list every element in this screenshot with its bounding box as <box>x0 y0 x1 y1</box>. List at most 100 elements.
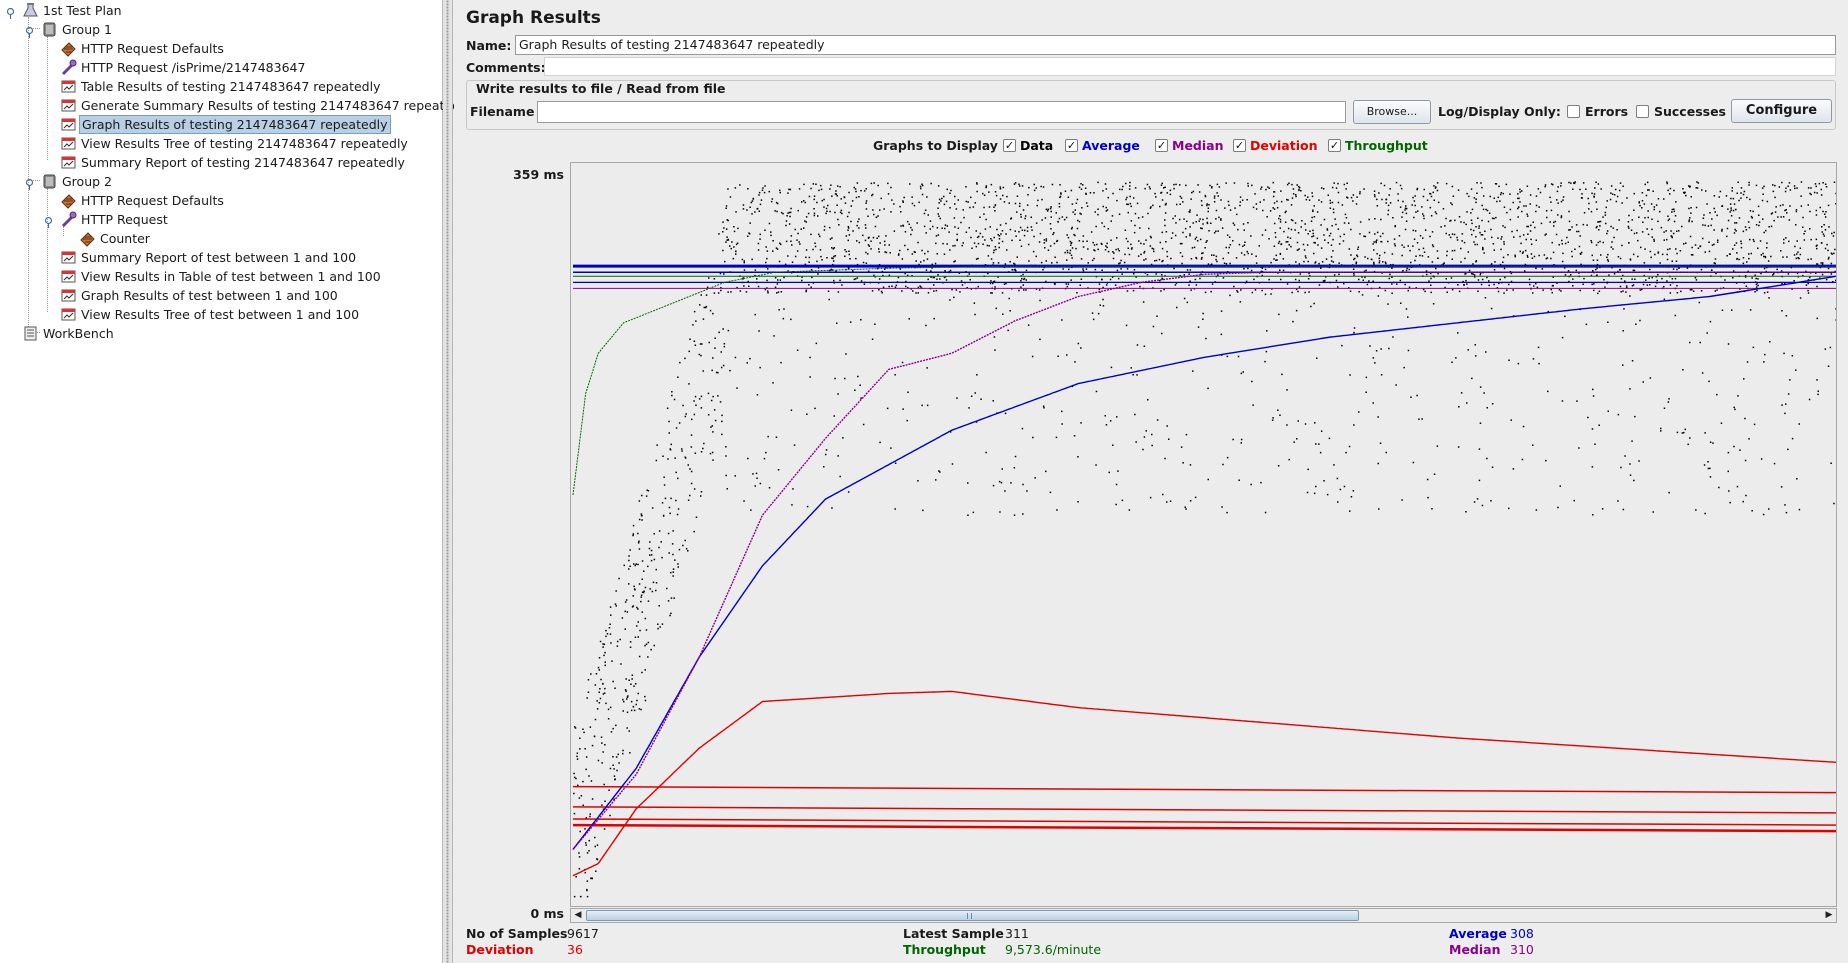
tree-item[interactable]: View Results Tree of test between 1 and … <box>0 305 443 324</box>
tree-item-label: Graph Results of test between 1 and 100 <box>81 288 338 303</box>
tree-item-label: View Results in Table of test between 1 … <box>81 269 381 284</box>
deviation-value: 36 <box>567 942 583 957</box>
graph-canvas <box>570 162 1837 907</box>
tree-item[interactable]: Counter <box>0 229 443 248</box>
listener-icon <box>60 268 77 285</box>
listener-icon <box>60 135 77 152</box>
tree-item-label: Summary Report of test between 1 and 100 <box>81 250 357 265</box>
file-group-title: Write results to file / Read from file <box>474 81 728 96</box>
tree-item-label: HTTP Request <box>81 212 168 227</box>
tree-item[interactable]: Generate Summary Results of testing 2147… <box>0 96 471 115</box>
samples-value: 9617 <box>567 926 599 941</box>
tree-item-label: Table Results of testing 2147483647 repe… <box>81 79 381 94</box>
toggle-data-checkbox[interactable]: ✓ <box>1003 139 1016 152</box>
scroll-left-arrow-icon[interactable]: ◀ <box>571 909 585 922</box>
toggle-average-label: Average <box>1082 138 1140 153</box>
successes-checkbox[interactable] <box>1636 105 1649 118</box>
series-average-line <box>572 275 1836 850</box>
samples-label: No of Samples <box>466 926 568 941</box>
filename-label: Filename <box>470 104 535 119</box>
tree-item[interactable]: WorkBench <box>0 324 443 343</box>
tree-item-label: HTTP Request /isPrime/2147483647 <box>81 60 306 75</box>
tree-item-label: Generate Summary Results of testing 2147… <box>81 98 471 113</box>
tree-item-label: View Results Tree of test between 1 and … <box>81 307 360 322</box>
tree-item[interactable]: Table Results of testing 2147483647 repe… <box>0 77 443 96</box>
listener-icon <box>60 97 77 114</box>
average-label: Average <box>1449 926 1507 941</box>
tree-item[interactable]: View Results in Table of test between 1 … <box>0 267 443 286</box>
graph-horizontal-scrollbar[interactable]: ◀ ▶ <box>570 908 1837 923</box>
browse-button[interactable]: Browse... <box>1353 100 1431 124</box>
tree-item[interactable]: Summary Report of testing 2147483647 rep… <box>0 153 443 172</box>
deviation-reference-line <box>572 785 1836 794</box>
scrollbar-thumb[interactable] <box>586 910 1359 921</box>
scroll-right-arrow-icon[interactable]: ▶ <box>1822 909 1836 922</box>
tree-item[interactable]: HTTP Request Defaults <box>0 39 443 58</box>
tree-item[interactable]: Graph Results of testing 2147483647 repe… <box>0 115 443 134</box>
tree-item-label: Group 2 <box>62 174 112 189</box>
log-display-label: Log/Display Only: <box>1438 104 1561 119</box>
thread-group-icon <box>41 173 58 190</box>
tree-item[interactable]: HTTP Request <box>0 210 443 229</box>
listener-icon <box>60 116 77 133</box>
tree-item[interactable]: HTTP Request Defaults <box>0 191 443 210</box>
listener-icon <box>60 287 77 304</box>
thread-group-icon <box>41 21 58 38</box>
average-value: 308 <box>1510 926 1534 941</box>
toggle-deviation-checkbox[interactable]: ✓ <box>1233 139 1246 152</box>
tree-item-label: Counter <box>100 231 150 246</box>
panel-title: Graph Results <box>466 8 601 28</box>
latest-sample-value: 311 <box>1005 926 1029 941</box>
tree-item[interactable]: Summary Report of test between 1 and 100 <box>0 248 443 267</box>
successes-label: Successes <box>1654 104 1726 119</box>
name-field[interactable]: Graph Results of testing 2147483647 repe… <box>515 35 1836 55</box>
toggle-median-label: Median <box>1172 138 1224 153</box>
tree-item-label: Group 1 <box>62 22 112 37</box>
errors-checkbox[interactable] <box>1567 105 1580 118</box>
toggle-median-checkbox[interactable]: ✓ <box>1155 139 1168 152</box>
toggle-average-checkbox[interactable]: ✓ <box>1065 139 1078 152</box>
errors-label: Errors <box>1585 104 1629 119</box>
tree-item-label: WorkBench <box>43 326 114 341</box>
test-plan-tree[interactable]: 1st Test Plan Group 1 HTTP Request Default… <box>0 0 471 963</box>
tree-item[interactable]: View Results Tree of testing 2147483647 … <box>0 134 443 153</box>
series-throughput-line <box>572 265 1836 496</box>
tree-item-label: Summary Report of testing 2147483647 rep… <box>81 155 405 170</box>
tree-item[interactable]: Graph Results of test between 1 and 100 <box>0 286 443 305</box>
throughput-label: Throughput <box>903 942 986 957</box>
tree-item[interactable]: 1st Test Plan <box>0 1 443 20</box>
config-element-icon <box>60 40 77 57</box>
tree-expander-icon[interactable] <box>25 176 34 190</box>
deviation-reference-line <box>572 823 1836 833</box>
median-label: Median <box>1449 942 1501 957</box>
comments-label: Comments: <box>466 60 546 75</box>
tree-item-label: HTTP Request Defaults <box>81 193 224 208</box>
tree-expander-icon[interactable] <box>6 5 15 19</box>
listener-icon <box>60 154 77 171</box>
tree-item[interactable]: HTTP Request /isPrime/2147483647 <box>0 58 443 77</box>
toggle-throughput-label: Throughput <box>1345 138 1428 153</box>
series-deviation-line <box>572 690 1836 877</box>
panel-splitter[interactable] <box>443 0 453 963</box>
tree-item[interactable]: Group 2 <box>0 172 443 191</box>
tree-item-label: Graph Results of testing 2147483647 repe… <box>79 115 391 134</box>
deviation-reference-line <box>572 806 1836 814</box>
tree-item[interactable]: Group 1 <box>0 20 443 39</box>
test-plan-icon <box>22 2 39 19</box>
deviation-reference-line <box>572 818 1836 826</box>
config-element-icon <box>60 192 77 209</box>
sampler-icon <box>60 211 77 228</box>
tree-item-label: View Results Tree of testing 2147483647 … <box>81 136 408 151</box>
configure-button[interactable]: Configure <box>1731 99 1832 123</box>
tree-expander-icon[interactable] <box>25 24 34 38</box>
tree-item-label: 1st Test Plan <box>43 3 122 18</box>
workbench-icon <box>22 325 39 342</box>
comments-field[interactable] <box>544 57 1836 76</box>
y-axis-min-label: 0 ms <box>530 906 564 921</box>
graphs-to-display-label: Graphs to Display <box>873 138 998 153</box>
toggle-throughput-checkbox[interactable]: ✓ <box>1328 139 1341 152</box>
filename-input[interactable] <box>537 101 1346 123</box>
tree-item-label: HTTP Request Defaults <box>81 41 224 56</box>
median-value: 310 <box>1510 942 1534 957</box>
tree-expander-icon[interactable] <box>44 214 53 228</box>
